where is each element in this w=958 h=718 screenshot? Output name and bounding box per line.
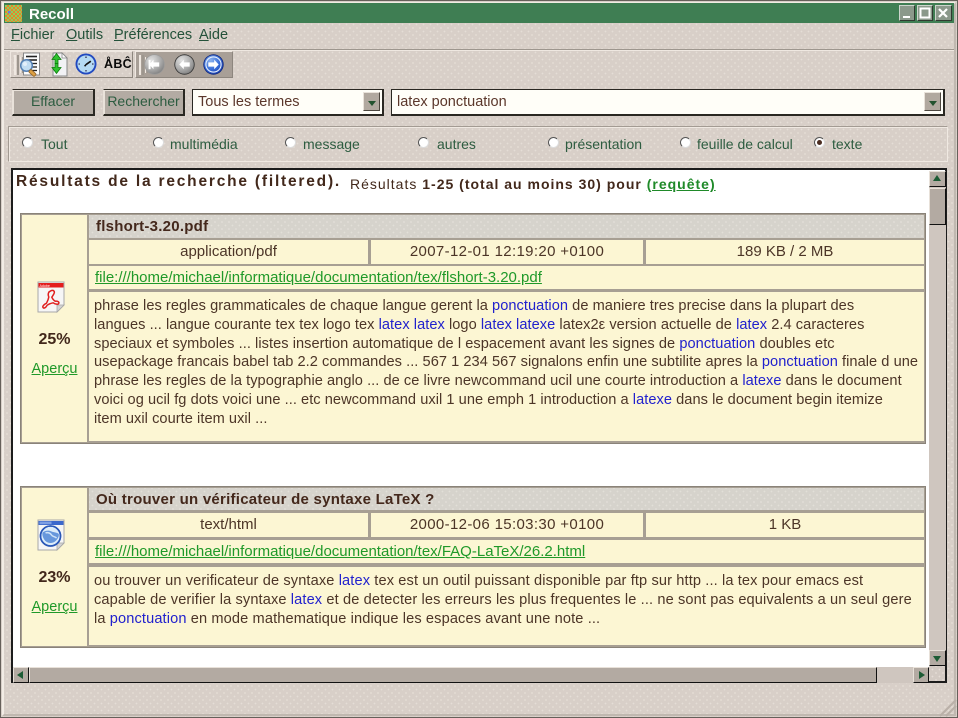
svg-text:Adobe: Adobe bbox=[40, 284, 50, 288]
